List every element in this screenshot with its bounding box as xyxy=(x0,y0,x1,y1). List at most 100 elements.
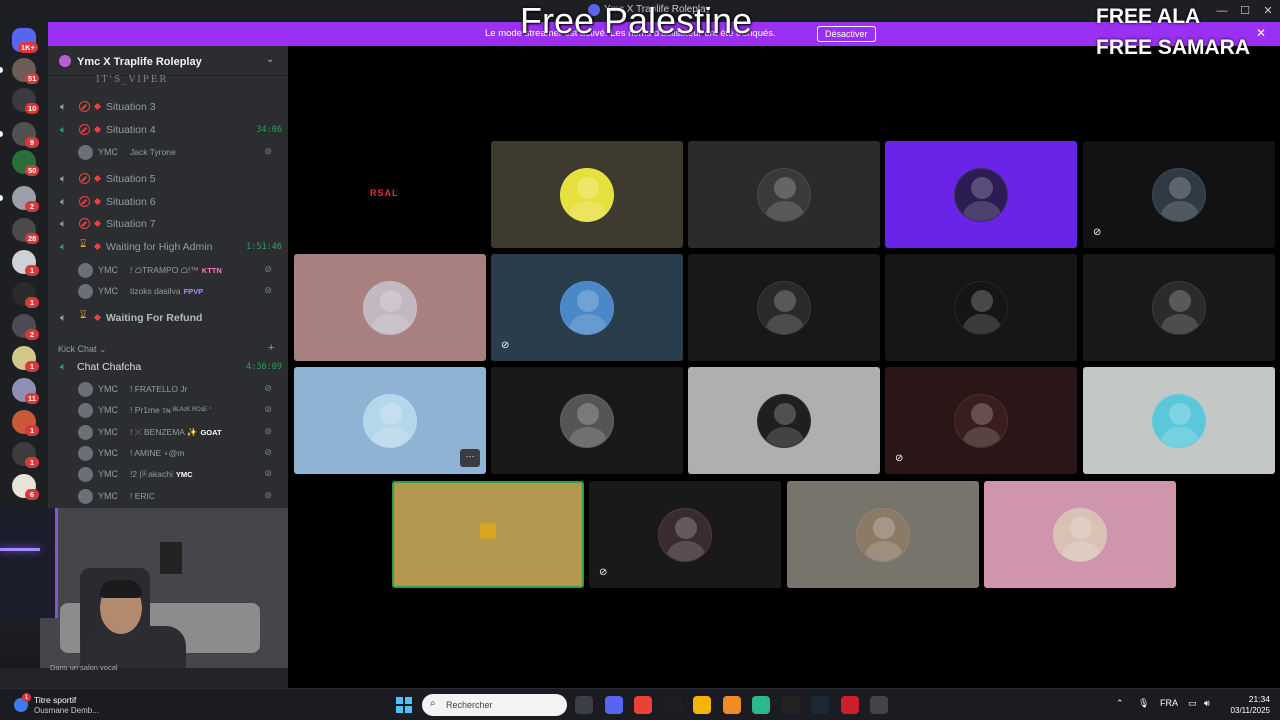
voice-status-bar: Dans un salon vocal xyxy=(0,663,288,688)
app-icon[interactable] xyxy=(663,696,682,714)
participant-tile[interactable] xyxy=(688,141,880,248)
network-icon[interactable]: ▭ xyxy=(1188,698,1197,709)
voice-user[interactable]: YMC ! FRATELLO Jr ⊘ xyxy=(78,379,282,399)
language-indicator[interactable]: FRA xyxy=(1160,698,1178,708)
participant-avatar xyxy=(1152,281,1206,335)
more-options-button[interactable]: ··· xyxy=(460,449,480,467)
participant-tile[interactable] xyxy=(688,254,880,361)
voice-channel-situation-7[interactable]: 🔈︎ Situation 7 xyxy=(56,214,282,234)
app-icon[interactable] xyxy=(722,696,741,714)
server-badge: 1 xyxy=(25,265,39,276)
participant-tile[interactable]: ⊘ xyxy=(885,367,1077,474)
user-tag: YMC xyxy=(98,405,118,416)
voice-user[interactable]: YMC ! ᜊTRAMPO ᜊ!™ KTTN ⊘ xyxy=(78,260,282,280)
participant-avatar xyxy=(954,394,1008,448)
voice-channel-chat-chafcha[interactable]: 🔈︎ Chat Chafcha 4:36:09 xyxy=(56,357,282,377)
participant-tile[interactable]: ··· xyxy=(294,367,486,474)
voice-user[interactable]: YMC Jack Tyrone ⊘ xyxy=(78,142,282,162)
app-icon[interactable] xyxy=(752,696,770,714)
start-button[interactable] xyxy=(396,697,412,713)
participant-tile[interactable] xyxy=(392,481,584,588)
server-badge: 11 xyxy=(25,393,39,404)
chrome-app-icon[interactable] xyxy=(634,696,652,714)
app-icon[interactable] xyxy=(870,696,888,714)
microphone-icon[interactable]: 🎙︎ xyxy=(1138,698,1149,709)
cut-off-username: IT'S_VIPER xyxy=(96,75,169,85)
participant-tile[interactable] xyxy=(1083,254,1275,361)
participant-avatar xyxy=(1152,394,1206,448)
voice-channel-situation-6[interactable]: 🔈︎ Situation 6 xyxy=(56,192,282,212)
app-icon[interactable] xyxy=(781,696,800,714)
voice-channel-situation-4[interactable]: 🔈︎ Situation 4 34:06 xyxy=(56,120,282,140)
taskbar-search[interactable]: ⌕ Rechercher xyxy=(422,694,567,716)
deafened-icon: ⊘ xyxy=(264,383,272,393)
maximize-icon[interactable]: ☐ xyxy=(1237,3,1253,19)
deafened-icon: ⊘ xyxy=(264,489,272,500)
clock-time[interactable]: 21:34 xyxy=(1228,694,1270,704)
volume-icon[interactable]: 🔊︎ xyxy=(1204,698,1210,709)
voice-user[interactable]: YMC ! Pr1me ᴛɴ ᴮᴸᴬᶜᴷ ᴿᴼˢᴱ ' ⊘ xyxy=(78,400,282,420)
participant-tile[interactable]: ⊘ xyxy=(491,254,683,361)
windows-taskbar: 1 Titre sportif Ousmane Demb... ⌕ Recher… xyxy=(0,688,1280,720)
channel-label: Situation 6 xyxy=(106,196,156,208)
speaker-icon: 🔈︎ xyxy=(60,101,67,113)
participant-tile[interactable]: ⊘ xyxy=(1083,141,1275,248)
participant-tile[interactable] xyxy=(787,481,979,588)
participant-avatar xyxy=(757,394,811,448)
voice-channel-situation-3[interactable]: 🔈︎ Situation 3 xyxy=(56,97,282,117)
diamond-icon xyxy=(93,242,102,251)
opera-app-icon[interactable] xyxy=(840,696,859,714)
voice-status-text: Dans un salon vocal xyxy=(50,663,118,672)
add-channel-icon[interactable]: + xyxy=(268,342,274,354)
deafened-icon: ⊘ xyxy=(264,468,272,479)
clock-date[interactable]: 03/11/2025 xyxy=(1210,706,1270,715)
voice-user[interactable]: YMC ! ⤫ BENZEMA ✨ GOAT ⊘ xyxy=(78,422,282,442)
participant-tile[interactable] xyxy=(688,367,880,474)
voice-user[interactable]: YMC ! AMINE ⍣@m ⊘ xyxy=(78,443,282,463)
file-explorer-icon[interactable] xyxy=(693,696,711,714)
widget-badge: 1 xyxy=(22,693,31,702)
tray-chevron-icon[interactable]: ⌃ xyxy=(1116,698,1124,709)
chevron-down-icon[interactable]: ⌄ xyxy=(266,54,274,65)
speaker-icon: 🔈︎ xyxy=(60,361,67,373)
deafened-icon: ⊘ xyxy=(264,404,272,415)
category-kick-chat[interactable]: Kick Chat ⌄ xyxy=(58,344,107,355)
voice-user[interactable]: YMC tizoks dasilva FPVP ⊘ xyxy=(78,281,282,301)
minimize-icon[interactable]: — xyxy=(1214,3,1230,19)
server-header[interactable]: Ymc X Traplife Roleplay ⌄ xyxy=(48,46,288,76)
voice-channel-waiting-refund[interactable]: 🔈︎ ⌛︎ Waiting For Refund xyxy=(56,308,282,328)
participant-tile[interactable] xyxy=(1083,367,1275,474)
speaker-icon: 🔈︎ xyxy=(60,218,67,230)
discord-app-icon[interactable] xyxy=(604,696,623,714)
close-banner-icon[interactable]: ✕ xyxy=(1256,26,1266,40)
role-badge: KTTN xyxy=(201,266,222,275)
voice-channel-waiting-high-admin[interactable]: 🔈︎ ⌛︎ Waiting for High Admin 1:51:46 xyxy=(56,237,282,257)
diamond-icon xyxy=(93,174,102,183)
server-badge: 28 xyxy=(25,233,40,244)
rsal-logo: RSAL xyxy=(370,188,399,198)
channel-sidebar: Ymc X Traplife Roleplay ⌄ IT'S_VIPER 🔈︎ … xyxy=(48,46,288,508)
voice-user[interactable]: YMC !2 |ꀘakachi YMC ⊘ xyxy=(78,464,282,484)
participant-tile[interactable]: ⊘ xyxy=(589,481,781,588)
task-view-icon[interactable] xyxy=(575,696,593,714)
widget-title[interactable]: Titre sportif xyxy=(34,695,76,705)
avatar xyxy=(78,263,93,278)
username-text: ! ERIC xyxy=(130,490,156,501)
widget-subtitle[interactable]: Ousmane Demb... xyxy=(34,706,99,715)
deafened-icon: ⊘ xyxy=(264,425,272,436)
steam-app-icon[interactable] xyxy=(811,696,829,714)
participant-tile[interactable] xyxy=(984,481,1176,588)
dnd-icon xyxy=(79,173,90,184)
voice-channel-situation-5[interactable]: 🔈︎ Situation 5 xyxy=(56,169,282,189)
close-window-icon[interactable]: ✕ xyxy=(1260,3,1276,19)
voice-user[interactable]: YMC ! ERIC ⊘ xyxy=(78,486,282,506)
username: ! ᜊTRAMPO ᜊ!™ KTTN xyxy=(130,265,222,276)
participant-tile[interactable] xyxy=(294,254,486,361)
deafened-icon: ⊘ xyxy=(264,285,272,295)
participant-tile[interactable] xyxy=(491,141,683,248)
channel-label: Chat Chafcha xyxy=(77,361,142,373)
participant-tile[interactable] xyxy=(491,367,683,474)
participant-tile[interactable] xyxy=(885,141,1077,248)
participant-tile[interactable] xyxy=(885,254,1077,361)
disable-streamer-mode-button[interactable]: Désactiver xyxy=(817,26,876,42)
